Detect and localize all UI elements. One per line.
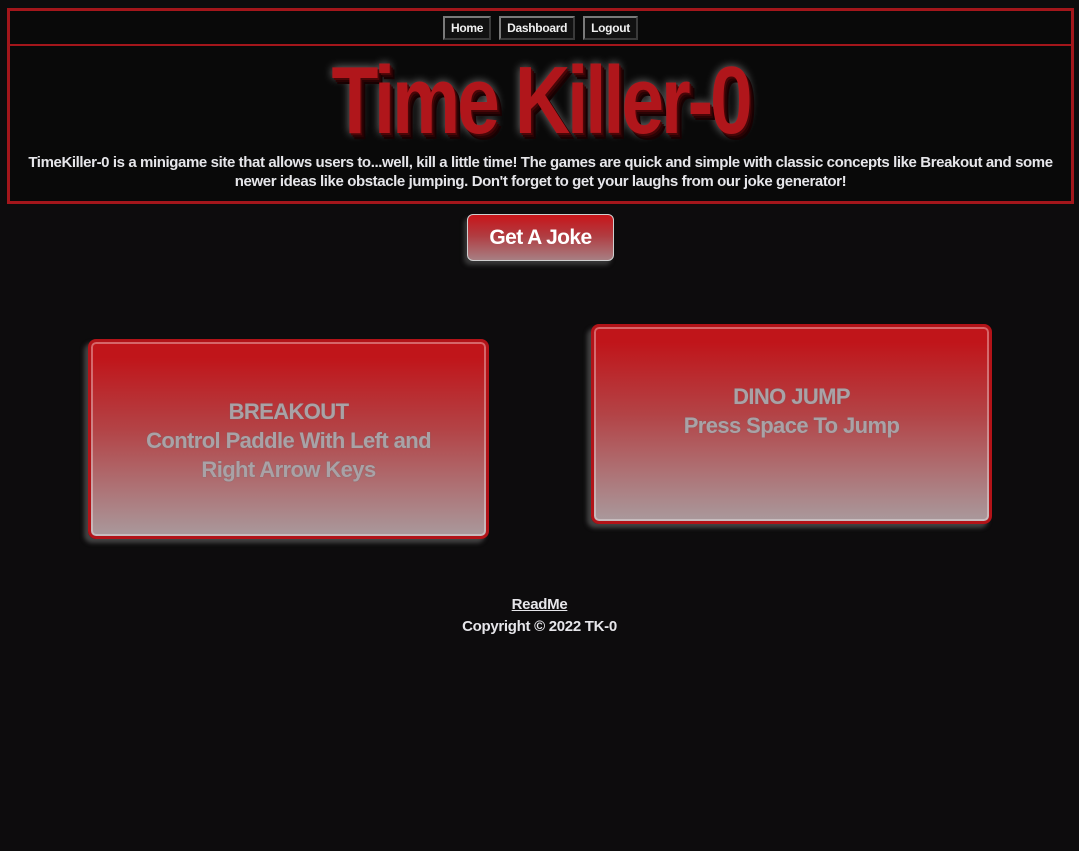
copyright-text: Copyright © 2022 TK-0 [462,618,617,635]
nav-logout-button[interactable]: Logout [583,15,638,40]
game-card-breakout[interactable]: BREAKOUT Control Paddle With Left and Ri… [88,339,489,539]
site-tagline: TimeKiller-0 is a minigame site that all… [28,154,1053,190]
game-description: Press Space To Jump [683,413,900,438]
game-card-dino-jump[interactable]: DINO JUMP Press Space To Jump [591,324,992,524]
game-title: BREAKOUT [228,399,349,424]
game-description: Control Paddle With Left and Right Arrow… [146,428,431,482]
readme-link[interactable]: ReadMe [512,594,568,616]
site-header: Home Dashboard Logout Time Killer-0 Time… [7,8,1074,204]
nav-home-button[interactable]: Home [443,15,492,40]
nav-dashboard-button[interactable]: Dashboard [499,15,576,40]
get-joke-button[interactable]: Get A Joke [467,214,614,261]
site-footer: ReadMe Copyright © 2022 TK-0 [0,594,1079,638]
nav-bar: Home Dashboard Logout [10,11,1071,46]
site-title: Time Killer-0 [331,47,753,154]
game-title: DINO JUMP [733,384,850,409]
